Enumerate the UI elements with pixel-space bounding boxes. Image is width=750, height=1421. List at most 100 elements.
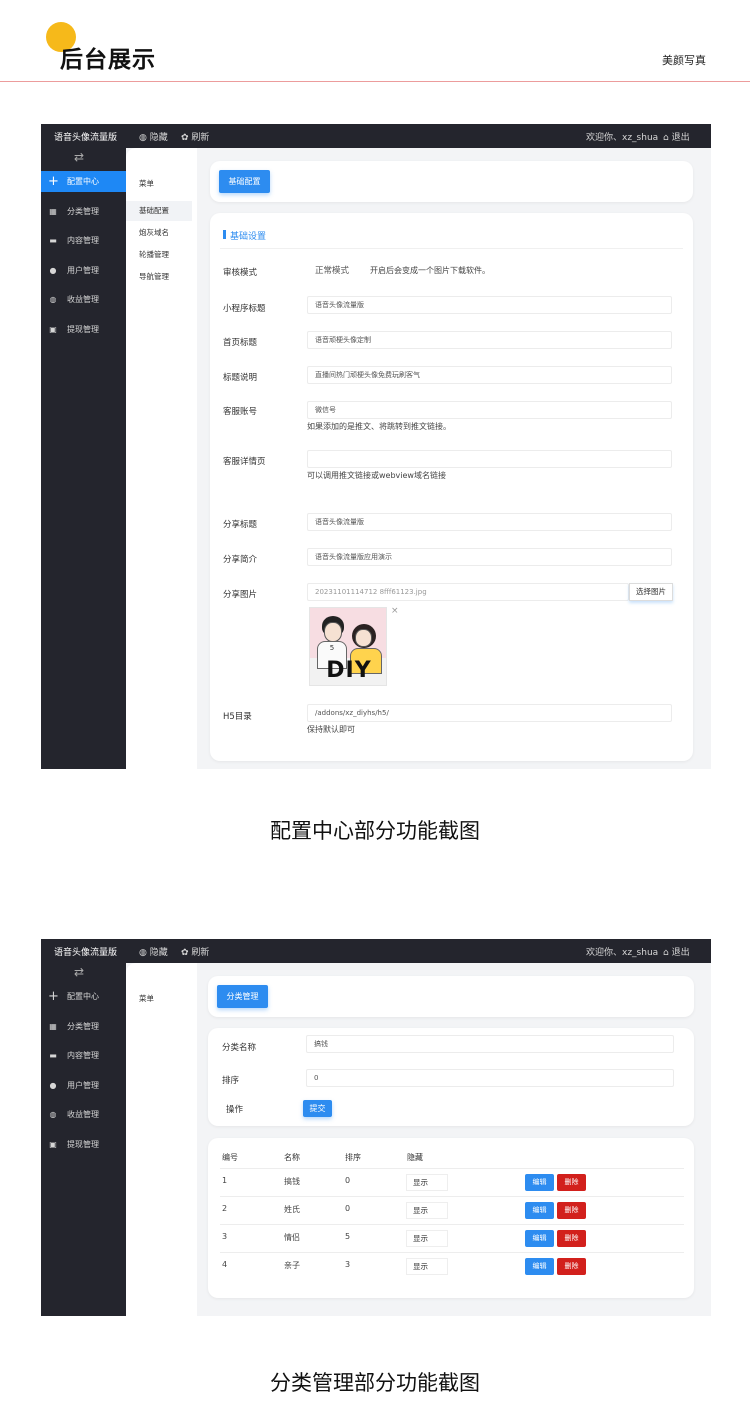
mp-title-label: 小程序标题 xyxy=(223,304,266,314)
refresh-button[interactable]: ✿ 刷新 xyxy=(181,130,209,143)
sidebar-item-withdraw[interactable]: ▣ 提现管理 xyxy=(41,1134,126,1155)
remove-image-icon[interactable]: × xyxy=(391,606,399,616)
operation-label: 操作 xyxy=(226,1105,244,1115)
sidebar-item-income[interactable]: ◍ 收益管理 xyxy=(41,289,126,310)
category-name-input[interactable]: 搞钱 xyxy=(306,1035,674,1053)
diy-text: DIY xyxy=(326,658,372,683)
hide-button[interactable]: ◍ 隐藏 xyxy=(139,945,168,958)
submenu-item-navigation[interactable]: 导航管理 xyxy=(126,267,192,287)
sidebar: ⇄ + 配置中心 ▦ 分类管理 ▬ 内容管理 ● 用户管理 ◍ 收益管理 ▣ 提现管理 xyxy=(41,963,126,1316)
sidebar-item-category[interactable]: ▦ 分类管理 xyxy=(41,201,126,222)
submenu-title: 菜单 xyxy=(139,179,154,188)
choose-image-button[interactable]: 选择图片 xyxy=(629,583,673,601)
row-sort: 0 xyxy=(345,1204,351,1213)
sidebar-item-category[interactable]: ▦ 分类管理 xyxy=(41,1016,126,1037)
plus-icon: + xyxy=(48,989,59,1004)
edit-button[interactable]: 编辑 xyxy=(525,1174,554,1191)
row-sort: 0 xyxy=(345,1176,351,1185)
home-title-label: 首页标题 xyxy=(223,338,258,348)
share-desc-input[interactable]: 语音头像流量版应用演示 xyxy=(307,548,672,566)
submenu-item-domain[interactable]: 炮灰域名 xyxy=(126,223,192,243)
sidebar-item-config[interactable]: + 配置中心 xyxy=(41,171,126,192)
top-bar: 语音头像流量版 ◍ 隐藏 ✿ 刷新 欢迎你、xz_shua ⌂ 退出 xyxy=(41,939,711,963)
status-select[interactable]: 显示 xyxy=(406,1258,448,1275)
delete-button[interactable]: 删除 xyxy=(557,1202,586,1219)
service-input[interactable]: 微信号 xyxy=(307,401,672,419)
col-header-hidden: 隐藏 xyxy=(407,1153,423,1162)
sidebar: ⇄ + 配置中心 ▦ 分类管理 ▬ 内容管理 ● 用户管理 ◍ 收益管理 ▣ 提现管理 xyxy=(41,148,126,769)
row-name: 亲子 xyxy=(284,1261,300,1270)
hide-button[interactable]: ◍ 隐藏 xyxy=(139,130,168,143)
delete-button[interactable]: 删除 xyxy=(557,1230,586,1247)
table-row: 3 情侣 5 显示 编辑 删除 xyxy=(220,1224,684,1252)
sidebar-item-config[interactable]: + 配置中心 xyxy=(41,986,126,1007)
sidebar-item-income[interactable]: ◍ 收益管理 xyxy=(41,1104,126,1125)
category-manage-button[interactable]: 分类管理 xyxy=(217,985,268,1008)
submenu-item-carousel[interactable]: 轮播管理 xyxy=(126,245,192,265)
caption-config: 配置中心部分功能截图 xyxy=(270,819,480,843)
grid-icon: ▦ xyxy=(49,207,57,216)
sidebar-item-content[interactable]: ▬ 内容管理 xyxy=(41,230,126,251)
col-header-name: 名称 xyxy=(284,1153,300,1162)
col-header-id: 编号 xyxy=(222,1153,238,1162)
sort-input[interactable]: 0 xyxy=(306,1069,674,1087)
home-title-input[interactable]: 语音顽梗头像定制 xyxy=(307,331,672,349)
edit-button[interactable]: 编辑 xyxy=(525,1202,554,1219)
edit-button[interactable]: 编辑 xyxy=(525,1230,554,1247)
logout-button[interactable]: ⌂ 退出 xyxy=(663,130,690,143)
h5-input[interactable]: /addons/xz_diyhs/h5/ xyxy=(307,704,672,722)
share-img-input[interactable]: 20231101114712 8fff61123.jpg xyxy=(307,583,629,601)
sidebar-item-users[interactable]: ● 用户管理 xyxy=(41,260,126,281)
submit-button[interactable]: 提交 xyxy=(303,1100,332,1117)
share-title-label: 分享标题 xyxy=(223,520,258,530)
sidebar-item-users[interactable]: ● 用户管理 xyxy=(41,1075,126,1096)
share-desc-label: 分享简介 xyxy=(223,555,258,565)
col-header-sort: 排序 xyxy=(345,1153,361,1162)
mp-title-input[interactable]: 语音头像流量版 xyxy=(307,296,672,314)
globe-icon: ◍ xyxy=(49,1110,57,1119)
category-button-card: 分类管理 xyxy=(208,976,694,1017)
app-name: 语音头像流量版 xyxy=(54,948,118,958)
detail-label: 客服详情页 xyxy=(223,457,266,467)
detail-hint: 可以调用推文链接或webview域名链接 xyxy=(307,471,446,480)
sidebar-item-withdraw[interactable]: ▣ 提现管理 xyxy=(41,319,126,340)
row-name: 姓氏 xyxy=(284,1205,300,1214)
category-screenshot: 语音头像流量版 ◍ 隐藏 ✿ 刷新 欢迎你、xz_shua ⌂ 退出 ⇄ + 配置… xyxy=(41,939,711,1316)
delete-button[interactable]: 删除 xyxy=(557,1258,586,1275)
status-select[interactable]: 显示 xyxy=(406,1230,448,1247)
delete-button[interactable]: 删除 xyxy=(557,1174,586,1191)
share-title-input[interactable]: 语音头像流量版 xyxy=(307,513,672,531)
sidebar-item-content[interactable]: ▬ 内容管理 xyxy=(41,1045,126,1066)
status-select[interactable]: 显示 xyxy=(406,1174,448,1191)
logout-button[interactable]: ⌂ 退出 xyxy=(663,945,690,958)
home-icon: ⌂ xyxy=(663,133,669,143)
basic-config-button[interactable]: 基础配置 xyxy=(219,170,270,193)
table-row: 1 搞钱 0 显示 编辑 删除 xyxy=(220,1168,684,1196)
detail-input[interactable] xyxy=(307,450,672,468)
swap-icon[interactable]: ⇄ xyxy=(74,965,84,979)
wallet-icon: ▣ xyxy=(49,325,57,334)
category-form-card: 分类名称 搞钱 排序 0 操作 提交 xyxy=(208,1028,694,1126)
row-name: 搞钱 xyxy=(284,1177,300,1186)
card-icon: ▬ xyxy=(49,236,57,245)
swap-icon[interactable]: ⇄ xyxy=(74,150,84,164)
user-icon: ● xyxy=(49,266,57,275)
wallet-icon: ▣ xyxy=(49,1140,57,1149)
welcome-text: 欢迎你、xz_shua xyxy=(586,948,659,958)
title-desc-label: 标题说明 xyxy=(223,373,258,383)
section-marker xyxy=(223,230,226,239)
page-header: 后台展示 美颜写真 xyxy=(0,0,750,82)
divider xyxy=(220,248,683,249)
brand-label: 美颜写真 xyxy=(662,54,706,67)
submenu-item-basic[interactable]: 基础配置 xyxy=(126,201,192,221)
config-button-card: 基础配置 xyxy=(210,161,693,202)
review-select[interactable]: 正常模式 xyxy=(307,262,365,280)
refresh-button[interactable]: ✿ 刷新 xyxy=(181,945,209,958)
globe-icon: ◍ xyxy=(49,295,57,304)
title-desc-input[interactable]: 直播间热门顽梗头像免费玩刷客气 xyxy=(307,366,672,384)
status-select[interactable]: 显示 xyxy=(406,1202,448,1219)
user-icon: ● xyxy=(49,1081,57,1090)
edit-button[interactable]: 编辑 xyxy=(525,1258,554,1275)
boy-face xyxy=(324,622,342,642)
submenu: 菜单 xyxy=(126,963,197,1316)
